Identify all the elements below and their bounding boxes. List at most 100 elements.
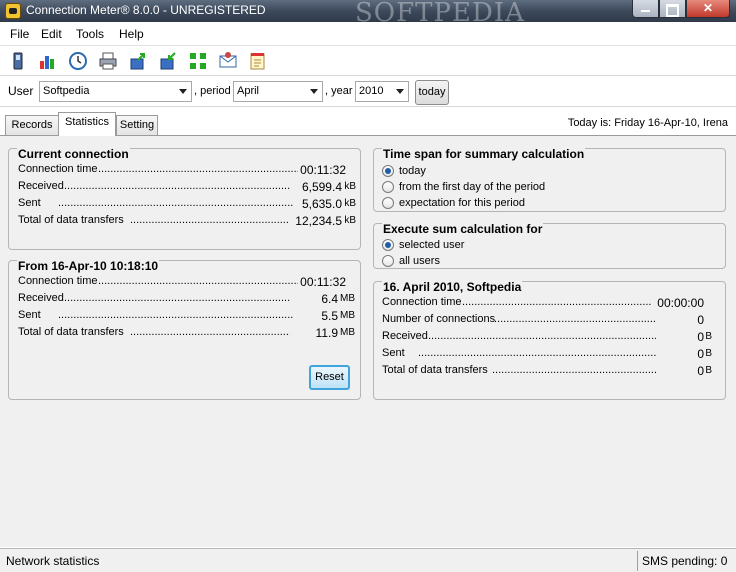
- network-icon[interactable]: [188, 51, 208, 71]
- radio-label[interactable]: selected user: [399, 239, 464, 251]
- mail-icon[interactable]: [218, 51, 238, 71]
- stat-row: Connection time ........................…: [18, 275, 358, 289]
- group-title: Time span for summary calculation: [382, 147, 586, 161]
- stat-label: Connection time: [18, 275, 98, 287]
- today-is-label: Today is: Friday 16-Apr-10, Irena: [567, 117, 728, 129]
- title-bar: Connection Meter® 8.0.0 - UNREGISTERED S…: [0, 0, 736, 28]
- menu-help[interactable]: Help: [119, 27, 144, 41]
- chevron-down-icon: [396, 89, 404, 94]
- stat-value: 00:00:00: [657, 296, 704, 310]
- export-icon[interactable]: [128, 51, 148, 71]
- maximize-button[interactable]: [659, 0, 686, 18]
- period-label: , period: [194, 85, 231, 97]
- stat-label: Sent: [18, 309, 41, 321]
- summary-group: 16. April 2010, Softpedia Connection tim…: [373, 280, 726, 400]
- sms-pending-status: SMS pending: 0: [642, 554, 728, 568]
- radio-label[interactable]: from the first day of the period: [399, 181, 545, 193]
- stat-unit: kB: [344, 198, 356, 209]
- stat-row: Total of data transfers ................…: [382, 364, 722, 378]
- user-select-value: Softpedia: [43, 85, 90, 97]
- stat-unit: MB: [340, 293, 355, 304]
- stat-row: Total of data transfers ................…: [18, 326, 358, 340]
- clock-icon[interactable]: [68, 51, 88, 71]
- stat-value: 5,635.0: [301, 197, 342, 211]
- leader-dots: ........................................…: [130, 326, 290, 338]
- execute-group: Execute sum calculation for selected use…: [373, 222, 726, 269]
- stat-value: 0: [697, 313, 704, 327]
- window-title: Connection Meter® 8.0.0 - UNREGISTERED: [26, 3, 266, 17]
- stat-row: Number of connections ..................…: [382, 313, 722, 327]
- stat-unit: kB: [344, 215, 356, 226]
- bar-chart-icon[interactable]: [38, 51, 58, 71]
- reset-button[interactable]: Reset: [309, 365, 350, 390]
- stat-row: Received ...............................…: [18, 292, 358, 306]
- user-select[interactable]: Softpedia: [39, 81, 192, 102]
- stat-label: Number of connections: [382, 313, 496, 325]
- timespan-period-start-radio[interactable]: [382, 181, 394, 193]
- stat-label: Received: [18, 292, 64, 304]
- menu-bar: File Edit Tools Help: [0, 24, 736, 46]
- current-connection-group: Current connection Connection time .....…: [8, 147, 361, 250]
- stat-value: 00:11:32: [300, 275, 346, 289]
- group-title: Execute sum calculation for: [382, 222, 544, 236]
- app-phone-icon: [5, 3, 21, 19]
- menu-file[interactable]: File: [10, 27, 29, 41]
- stat-row: Connection time ........................…: [382, 296, 722, 310]
- menu-tools[interactable]: Tools: [76, 27, 104, 41]
- close-button[interactable]: ✕: [686, 0, 730, 18]
- tab-records[interactable]: Records: [5, 115, 59, 135]
- timespan-today-radio[interactable]: [382, 165, 394, 177]
- stat-row: Connection time ........................…: [18, 163, 358, 177]
- radio-label[interactable]: today: [399, 165, 426, 177]
- stat-label: Received: [382, 330, 428, 342]
- print-icon[interactable]: [98, 51, 118, 71]
- import-icon[interactable]: [158, 51, 178, 71]
- stat-row: Total of data transfers ................…: [18, 214, 358, 228]
- stat-value: 0: [697, 330, 704, 344]
- phone-icon[interactable]: [8, 51, 28, 71]
- leader-dots: ........................................…: [492, 364, 656, 376]
- notes-icon[interactable]: [248, 51, 268, 71]
- year-label: , year: [325, 85, 353, 97]
- period-select[interactable]: April: [233, 81, 323, 102]
- menu-edit[interactable]: Edit: [41, 27, 62, 41]
- leader-dots: ........................................…: [494, 313, 656, 325]
- user-label: User: [8, 84, 34, 98]
- stat-value: 0: [697, 364, 704, 378]
- from-period-group: From 16-Apr-10 10:18:10 Connection time …: [8, 259, 361, 400]
- leader-dots: ........................................…: [98, 275, 298, 287]
- all-users-radio[interactable]: [382, 255, 394, 267]
- stat-unit: MB: [340, 310, 355, 321]
- selected-user-radio[interactable]: [382, 239, 394, 251]
- leader-dots: ........................................…: [58, 197, 293, 209]
- today-button[interactable]: today: [415, 80, 449, 105]
- year-select-value: 2010: [359, 85, 384, 97]
- year-select[interactable]: 2010: [355, 81, 409, 102]
- stat-row: Received ...............................…: [18, 180, 358, 194]
- status-divider: [637, 551, 638, 571]
- stat-label: Total of data transfers: [18, 214, 124, 226]
- stat-unit: B: [705, 331, 712, 342]
- period-select-value: April: [237, 85, 260, 97]
- stat-row: Sent ...................................…: [18, 197, 358, 211]
- stat-value: 0: [697, 347, 704, 361]
- stat-label: Total of data transfers: [382, 364, 488, 376]
- status-text: Network statistics: [6, 554, 100, 568]
- leader-dots: ........................................…: [58, 309, 293, 321]
- timespan-expectation-radio[interactable]: [382, 197, 394, 209]
- stat-row: Sent ...................................…: [382, 347, 722, 361]
- radio-label[interactable]: all users: [399, 255, 440, 267]
- tab-statistics[interactable]: Statistics: [58, 112, 116, 136]
- leader-dots: ........................................…: [462, 296, 652, 308]
- minimize-button[interactable]: [632, 0, 659, 18]
- radio-label[interactable]: expectation for this period: [399, 197, 525, 209]
- statistics-panel: Current connection Connection time .....…: [0, 135, 736, 547]
- chevron-down-icon: [179, 89, 187, 94]
- toolbar: [0, 46, 736, 76]
- group-title: 16. April 2010, Softpedia: [382, 280, 523, 294]
- tab-setting[interactable]: Setting: [116, 115, 158, 135]
- stat-unit: B: [705, 348, 712, 359]
- leader-dots: ........................................…: [98, 163, 298, 175]
- stat-value: 12,234.5: [295, 214, 342, 228]
- tab-strip: Records Statistics Setting Today is: Fri…: [0, 108, 736, 136]
